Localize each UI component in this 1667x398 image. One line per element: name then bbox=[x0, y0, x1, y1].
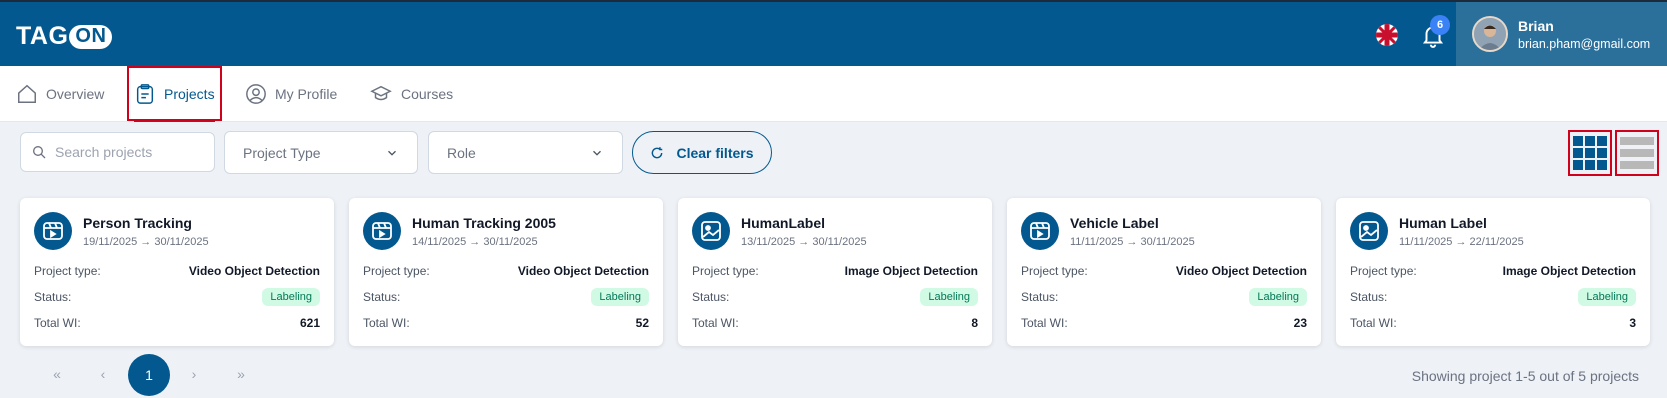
total-wi-value: 23 bbox=[1293, 316, 1307, 330]
clear-filters-button[interactable]: Clear filters bbox=[632, 131, 772, 174]
project-type-label: Project type: bbox=[363, 264, 430, 278]
list-icon bbox=[1620, 137, 1654, 169]
video-icon bbox=[363, 212, 401, 250]
project-card[interactable]: Person Tracking 19/11/2025 → 30/11/2025 … bbox=[20, 198, 334, 346]
top-header: TAG ON 6 Brian brian.pham@gmail.com bbox=[0, 0, 1667, 66]
pagination-summary: Showing project 1-5 out of 5 projects bbox=[1411, 368, 1639, 384]
select-value: Role bbox=[447, 144, 476, 161]
project-card[interactable]: HumanLabel 13/11/2025 → 30/11/2025 Proje… bbox=[678, 198, 992, 346]
total-wi-value: 52 bbox=[635, 316, 649, 330]
video-icon bbox=[1021, 212, 1059, 250]
nav-tabs: Overview Projects My Profile Courses bbox=[0, 66, 1667, 122]
status-label: Status: bbox=[1350, 290, 1388, 304]
user-email: brian.pham@gmail.com bbox=[1518, 36, 1651, 51]
project-name: Human Label bbox=[1399, 215, 1487, 231]
project-name: Human Tracking 2005 bbox=[412, 215, 556, 231]
project-name: Person Tracking bbox=[83, 215, 192, 231]
project-card[interactable]: Human Tracking 2005 14/11/2025 → 30/11/2… bbox=[349, 198, 663, 346]
image-icon bbox=[692, 212, 730, 250]
project-dates: 19/11/2025 → 30/11/2025 bbox=[83, 236, 209, 248]
project-type-value: Video Object Detection bbox=[1175, 264, 1307, 278]
total-wi-value: 8 bbox=[971, 316, 978, 330]
search-box[interactable] bbox=[20, 132, 215, 172]
page-1-button[interactable]: 1 bbox=[128, 354, 170, 396]
total-wi-value: 3 bbox=[1629, 316, 1636, 330]
project-dates: 11/11/2025 → 22/11/2025 bbox=[1399, 236, 1524, 248]
grid-icon bbox=[1573, 136, 1607, 170]
project-dates: 11/11/2025 → 30/11/2025 bbox=[1070, 236, 1195, 248]
total-wi-label: Total WI: bbox=[692, 316, 739, 330]
project-type-value: Image Object Detection bbox=[844, 264, 978, 278]
total-wi-label: Total WI: bbox=[34, 316, 81, 330]
project-dates: 14/11/2025 → 30/11/2025 bbox=[412, 236, 538, 248]
grid-view-button[interactable] bbox=[1568, 130, 1612, 176]
tab-overview[interactable]: Overview bbox=[16, 66, 104, 122]
project-type-value: Video Object Detection bbox=[517, 264, 649, 278]
project-type-value: Image Object Detection bbox=[1502, 264, 1636, 278]
status-label: Status: bbox=[1021, 290, 1059, 304]
total-wi-label: Total WI: bbox=[1350, 316, 1397, 330]
logo-badge: ON bbox=[69, 24, 113, 49]
prev-page-button[interactable]: ‹ bbox=[83, 354, 123, 394]
total-wi-label: Total WI: bbox=[363, 316, 410, 330]
avatar bbox=[1472, 16, 1508, 52]
graduation-cap-icon bbox=[370, 85, 392, 101]
select-value: Project Type bbox=[243, 144, 321, 161]
video-icon bbox=[34, 212, 72, 250]
logo-text: TAG bbox=[16, 22, 69, 50]
project-type-value: Video Object Detection bbox=[188, 264, 320, 278]
project-type-label: Project type: bbox=[34, 264, 101, 278]
image-icon bbox=[1350, 212, 1388, 250]
highlight-box-projects-tab bbox=[127, 66, 222, 121]
project-type-select[interactable]: Project Type bbox=[224, 131, 418, 174]
refresh-icon bbox=[652, 146, 663, 158]
project-card[interactable]: Vehicle Label 11/11/2025 → 30/11/2025 Pr… bbox=[1007, 198, 1321, 346]
app-logo[interactable]: TAG ON bbox=[16, 22, 113, 51]
project-dates: 13/11/2025 → 30/11/2025 bbox=[741, 236, 867, 248]
total-wi-label: Total WI: bbox=[1021, 316, 1068, 330]
status-badge: Labeling bbox=[591, 288, 649, 306]
role-select[interactable]: Role bbox=[428, 131, 623, 174]
tab-label: Courses bbox=[401, 86, 454, 102]
uk-flag-icon[interactable] bbox=[1376, 24, 1398, 46]
tab-courses[interactable]: Courses bbox=[369, 66, 453, 122]
status-badge: Labeling bbox=[1578, 288, 1636, 306]
home-icon bbox=[18, 84, 36, 103]
tab-my-profile[interactable]: My Profile bbox=[245, 66, 337, 122]
status-badge: Labeling bbox=[1249, 288, 1307, 306]
project-name: Vehicle Label bbox=[1070, 215, 1159, 231]
status-label: Status: bbox=[692, 290, 730, 304]
project-name: HumanLabel bbox=[741, 215, 826, 231]
search-input[interactable] bbox=[55, 144, 205, 160]
project-type-label: Project type: bbox=[692, 264, 759, 278]
first-page-button[interactable]: « bbox=[37, 354, 77, 394]
project-type-label: Project type: bbox=[1350, 264, 1417, 278]
user-circle-icon bbox=[246, 84, 266, 104]
notification-badge: 6 bbox=[1430, 15, 1450, 35]
status-badge: Labeling bbox=[262, 288, 320, 306]
status-label: Status: bbox=[34, 290, 72, 304]
user-name: Brian bbox=[1518, 17, 1554, 34]
last-page-button[interactable]: » bbox=[221, 354, 261, 394]
tab-label: Overview bbox=[46, 86, 105, 102]
clear-filters-label: Clear filters bbox=[676, 144, 754, 161]
chevron-down-icon bbox=[388, 150, 396, 156]
status-badge: Labeling bbox=[920, 288, 978, 306]
list-view-button[interactable] bbox=[1615, 130, 1659, 176]
next-page-button[interactable]: › bbox=[174, 354, 214, 394]
project-card[interactable]: Human Label 11/11/2025 → 22/11/2025 Proj… bbox=[1336, 198, 1650, 346]
project-type-label: Project type: bbox=[1021, 264, 1088, 278]
tab-label: My Profile bbox=[275, 86, 338, 102]
chevron-down-icon bbox=[593, 150, 601, 156]
status-label: Status: bbox=[363, 290, 401, 304]
total-wi-value: 621 bbox=[299, 316, 320, 330]
user-menu[interactable]: Brian brian.pham@gmail.com bbox=[1456, 2, 1667, 66]
search-icon bbox=[33, 146, 46, 159]
